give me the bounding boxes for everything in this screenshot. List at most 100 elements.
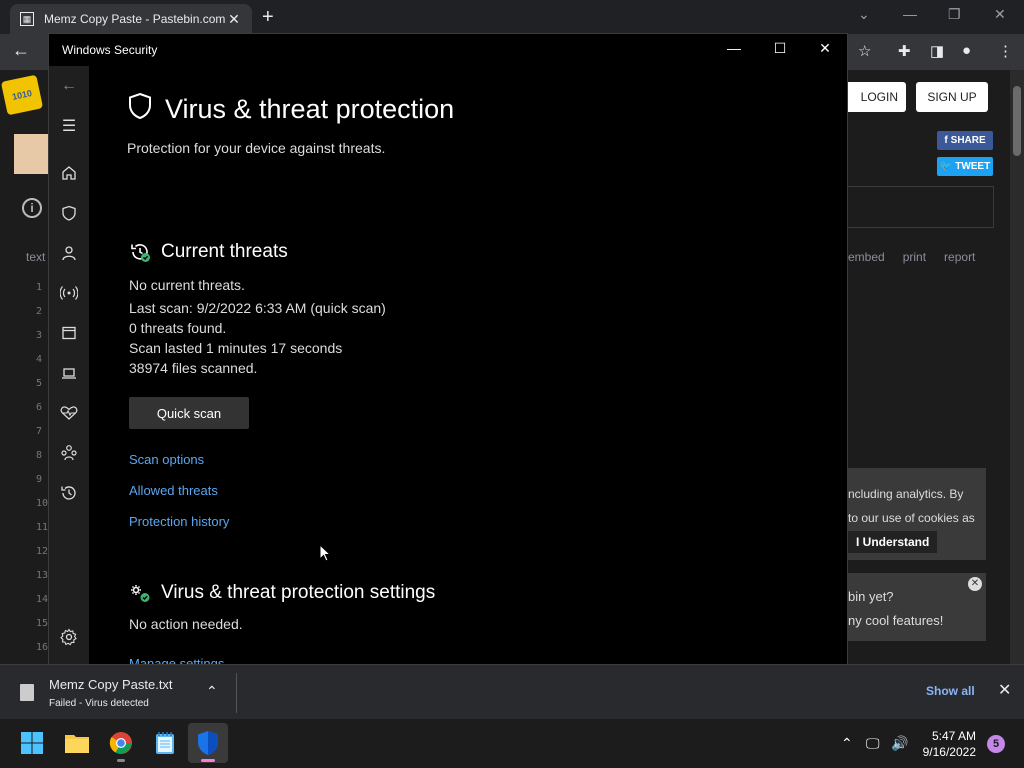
promo-text-1: bin yet?	[848, 589, 894, 604]
divider	[236, 673, 237, 713]
notepad-button[interactable]	[151, 729, 179, 757]
current-threats-text: Current threats	[161, 241, 288, 262]
page-scrollbar[interactable]	[1010, 70, 1024, 664]
settings-gear-icon[interactable]	[59, 627, 79, 647]
allowed-threats-link[interactable]: Allowed threats	[129, 483, 218, 498]
line-numbers: 1 2 3 4 5 6 7 8 9 10 11 12 13 14 15 16	[36, 276, 48, 660]
download-bar-close-icon[interactable]: ✕	[998, 680, 1011, 700]
last-scan-text: Last scan: 9/2/2022 6:33 AM (quick scan)	[129, 300, 386, 316]
shield-nav-icon[interactable]	[59, 203, 79, 223]
pastebin-favicon-icon: ▦	[20, 12, 34, 26]
chevron-up-icon[interactable]: ⌃	[206, 683, 218, 700]
files-scanned-text: 38974 files scanned.	[129, 360, 258, 376]
twitter-icon: 🐦	[939, 161, 953, 172]
promo-close-icon[interactable]: ✕	[968, 577, 982, 591]
tab-search-chevron-icon[interactable]: ⌄	[858, 6, 870, 23]
new-tab-button[interactable]: +	[262, 6, 274, 29]
report-link[interactable]: report	[944, 250, 975, 264]
login-button[interactable]: LOGIN	[848, 82, 906, 112]
chrome-button[interactable]	[107, 729, 135, 762]
browser-tab[interactable]: ▦ Memz Copy Paste - Pastebin.com ✕	[10, 4, 252, 34]
twitter-tweet-button[interactable]: 🐦 TWEET	[937, 157, 993, 176]
text-label: text	[26, 250, 46, 264]
window-maximize-icon[interactable]: ☐	[770, 40, 790, 57]
file-icon	[20, 684, 34, 701]
security-main-content: Virus & threat protection Protection for…	[89, 66, 847, 671]
window-close-icon[interactable]: ✕	[815, 40, 835, 57]
settings-status-text: No action needed.	[129, 616, 243, 632]
cookie-text-1: ncluding analytics. By	[848, 487, 964, 501]
scrollbar-thumb[interactable]	[1013, 86, 1021, 156]
scan-duration-text: Scan lasted 1 minutes 17 seconds	[129, 340, 343, 356]
embed-link[interactable]: embed	[848, 250, 885, 264]
active-indicator	[201, 759, 215, 762]
notification-badge[interactable]: 5	[987, 735, 1005, 753]
protection-history-icon[interactable]	[59, 483, 79, 503]
device-health-icon[interactable]	[59, 403, 79, 423]
family-options-icon[interactable]	[59, 443, 79, 463]
page-subtitle: Protection for your device against threa…	[127, 140, 386, 156]
tab-close-icon[interactable]: ✕	[226, 11, 242, 28]
start-button[interactable]	[18, 729, 46, 757]
device-security-icon[interactable]	[59, 363, 79, 383]
line-number: 10	[36, 498, 49, 509]
app-browser-icon[interactable]	[59, 323, 79, 343]
download-file-name[interactable]: Memz Copy Paste.txt	[49, 677, 173, 692]
star-icon[interactable]: ☆	[858, 42, 871, 60]
tray-chevron-up-icon[interactable]: ⌃	[841, 735, 853, 752]
window-titlebar: Windows Security — ☐ ✕	[49, 34, 847, 66]
hamburger-icon[interactable]: ☰	[59, 116, 79, 136]
settings-heading-text: Virus & threat protection settings	[161, 582, 436, 603]
taskbar: ⌃ 🖵 🔊 5:47 AM 9/16/2022 5	[0, 719, 1024, 768]
minimize-icon[interactable]: —	[903, 6, 917, 22]
menu-dots-icon[interactable]: ⋮	[998, 42, 1013, 60]
line-number: 5	[36, 378, 43, 389]
line-number: 3	[36, 330, 43, 341]
quick-scan-button[interactable]: Quick scan	[129, 397, 249, 429]
understand-button[interactable]: I Understand	[848, 531, 938, 553]
line-number: 8	[36, 450, 43, 461]
settings-gears-icon	[129, 583, 151, 603]
home-icon[interactable]	[59, 163, 79, 183]
window-title: Windows Security	[62, 43, 158, 57]
account-icon[interactable]	[59, 243, 79, 263]
side-panel-icon[interactable]: ◨	[930, 42, 944, 60]
line-number: 11	[36, 522, 49, 533]
avatar[interactable]	[14, 134, 48, 174]
promo-box: ✕ bin yet? ny cool features!	[848, 573, 986, 641]
tab-title: Memz Copy Paste - Pastebin.com	[44, 12, 226, 26]
volume-icon[interactable]: 🔊	[891, 735, 908, 752]
signup-button[interactable]: SIGN UP	[916, 82, 988, 112]
line-number: 13	[36, 570, 49, 581]
protection-history-link[interactable]: Protection history	[129, 514, 229, 529]
profile-icon[interactable]: ●	[962, 42, 971, 59]
clock[interactable]: 5:47 AM 9/16/2022	[922, 728, 976, 760]
windows-logo-icon	[21, 732, 43, 754]
window-minimize-icon[interactable]: —	[724, 40, 744, 56]
show-all-button[interactable]: Show all	[926, 684, 975, 698]
pastebin-logo[interactable]: 1010	[0, 74, 44, 116]
scan-options-link[interactable]: Scan options	[129, 452, 204, 467]
line-number: 16	[36, 642, 49, 653]
network-icon[interactable]	[59, 283, 79, 303]
chrome-icon	[109, 732, 132, 754]
windows-security-button[interactable]	[188, 723, 228, 763]
back-icon[interactable]: ←	[59, 76, 79, 96]
info-icon[interactable]: i	[22, 198, 42, 218]
facebook-share-button[interactable]: f SHARE	[937, 131, 993, 150]
print-link[interactable]: print	[903, 250, 926, 264]
network-tray-icon[interactable]: 🖵	[866, 735, 880, 752]
windows-security-window: Windows Security — ☐ ✕ ← ☰ Virus & threa…	[48, 33, 848, 671]
current-threats-heading: Current threats	[129, 241, 288, 263]
close-icon[interactable]: ✕	[994, 6, 1006, 23]
restore-icon[interactable]: ❐	[948, 6, 961, 23]
notepad-icon	[156, 732, 174, 754]
scan-clock-icon	[129, 241, 151, 263]
no-threats-text: No current threats.	[129, 277, 245, 293]
file-explorer-button[interactable]	[63, 729, 91, 757]
extensions-icon[interactable]: ✚	[898, 42, 911, 60]
back-arrow-icon[interactable]: ←	[12, 40, 30, 61]
download-status: Failed - Virus detected	[49, 698, 149, 709]
folder-icon	[65, 735, 89, 753]
chrome-tab-bar: ▦ Memz Copy Paste - Pastebin.com ✕ + ⌄ —…	[0, 0, 1024, 34]
